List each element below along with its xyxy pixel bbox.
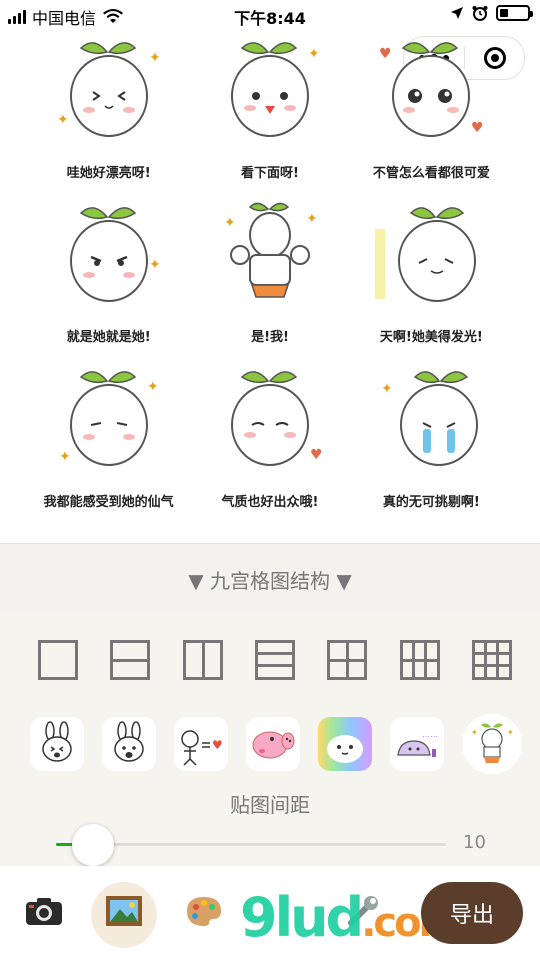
sprout-character-icon: ✦ [69,206,161,302]
bottom-toolbar: 9lud.com 导出 [0,866,540,960]
sprout-character-icon: ✦✦ [57,42,161,137]
control-panel: ♥ ⋯⋯ ✦ ✦ 贴图间距 10 [0,614,540,866]
palette-icon[interactable] [184,894,224,928]
sprout-character-icon: ♥ [230,371,323,467]
svg-text:♥: ♥ [310,447,323,463]
rabbit-sticker-2[interactable] [102,717,156,771]
grid-caption: 就是她就是她! [66,326,151,346]
svg-text:✦: ✦ [507,728,514,737]
spacing-label: 贴图间距 [230,793,310,817]
svg-text:♥: ♥ [212,738,223,752]
sprout-character-icon: ✦ [230,42,320,137]
svg-text:✦: ✦ [308,46,320,62]
sprout-dancer-sticker[interactable]: ✦ ✦ [462,714,522,774]
cartoon-equals-heart-sticker[interactable]: ♥ [174,717,228,771]
svg-text:⋯⋯: ⋯⋯ [422,732,438,741]
layout-four-grid-icon[interactable] [327,640,368,680]
svg-text:✦: ✦ [149,257,161,273]
peppa-pig-sticker[interactable] [246,717,300,771]
grid-cell: 天啊!她美得发光! [351,191,512,356]
svg-text:✦: ✦ [306,211,318,227]
sprout-character-icon: ♥♥ [379,42,484,137]
grid-cell: ✦ ✦ 哇她好漂亮呀! [28,26,189,191]
picture-icon[interactable] [104,894,144,928]
grid-caption: 不管怎么看都很可爱 [372,161,490,181]
status-right [450,5,533,21]
layout-three-rows-icon[interactable] [254,640,295,680]
grid-cell: ♥ 气质也好出众哦! [189,355,350,520]
spacing-value: 10 [463,832,486,853]
rainbow-cloud-sticker[interactable] [318,717,372,771]
svg-text:♥: ♥ [379,46,392,62]
sprout-character-icon: ✦✦ [59,371,159,467]
battery-fill [500,9,508,17]
battery-icon [496,5,533,21]
grid-caption: 气质也好出众哦! [221,491,319,510]
layout-single-icon[interactable] [38,640,78,680]
export-button[interactable]: 导出 [421,882,523,944]
svg-text:♥: ♥ [471,120,484,136]
svg-text:✦: ✦ [59,449,71,465]
grid-caption: 哇她好漂亮呀! [66,161,151,181]
crying-sprout-icon: ✦ [381,371,479,467]
grid-cell: ♥ ♥ 不管怎么看都很可爱 [351,26,512,191]
grid-caption: 看下面呀! [241,161,299,181]
svg-text:✦: ✦ [147,379,159,395]
grid-cell: ✦ ✦ 我都能感受到她的仙气 [28,355,189,520]
grid-caption: 是!我! [251,326,289,346]
svg-text:✦: ✦ [381,381,393,397]
grid-caption: 我都能感受到她的仙气 [43,491,174,510]
purple-ghost-sticker[interactable]: ⋯⋯ [390,717,444,771]
svg-text:✦: ✦ [224,215,236,231]
layout-options [38,640,512,680]
svg-text:✦: ✦ [149,50,161,66]
layout-nine-grid-icon[interactable] [471,640,512,680]
spacing-slider-track[interactable] [56,843,446,846]
layout-two-rows-icon[interactable] [110,640,151,680]
rabbit-sticker[interactable] [30,717,84,771]
location-arrow-icon [451,7,463,19]
alarm-clock-icon [472,6,488,21]
muscle-sprout-icon: ✦ ✦ [224,202,318,298]
layout-two-cols-icon[interactable] [182,640,223,680]
layout-six-grid-icon[interactable] [399,640,440,680]
grid-caption: 真的无可挑剔啊! [382,491,480,510]
glowing-sprout-icon [375,206,477,302]
grid-caption: 天啊!她美得发光! [379,326,483,346]
grid-cell: ✦ ✦ 是!我! [189,191,350,356]
camera-icon[interactable] [24,894,64,928]
grid-cell: ✦ 真的无可挑剔啊! [351,355,512,520]
grid-cell: ✦ 看下面呀! [189,26,350,191]
nine-grid-image: ✦ ✦ 哇她好漂亮呀! ✦ 看下面呀! ♥ ♥ 不管怎么看都很可爱 ✦ 就是她就是她… [28,26,512,520]
svg-text:✦: ✦ [57,112,69,128]
grid-structure-toggle[interactable]: ▼ 九宫格图结构 ▼ [0,543,540,615]
spacing-slider-thumb[interactable] [72,824,114,866]
watermark-text: 9lud [240,886,364,949]
grid-cell: ✦ 就是她就是她! [28,191,189,356]
sticker-list: ♥ ⋯⋯ ✦ ✦ [30,714,522,774]
svg-text:✦: ✦ [471,728,478,737]
